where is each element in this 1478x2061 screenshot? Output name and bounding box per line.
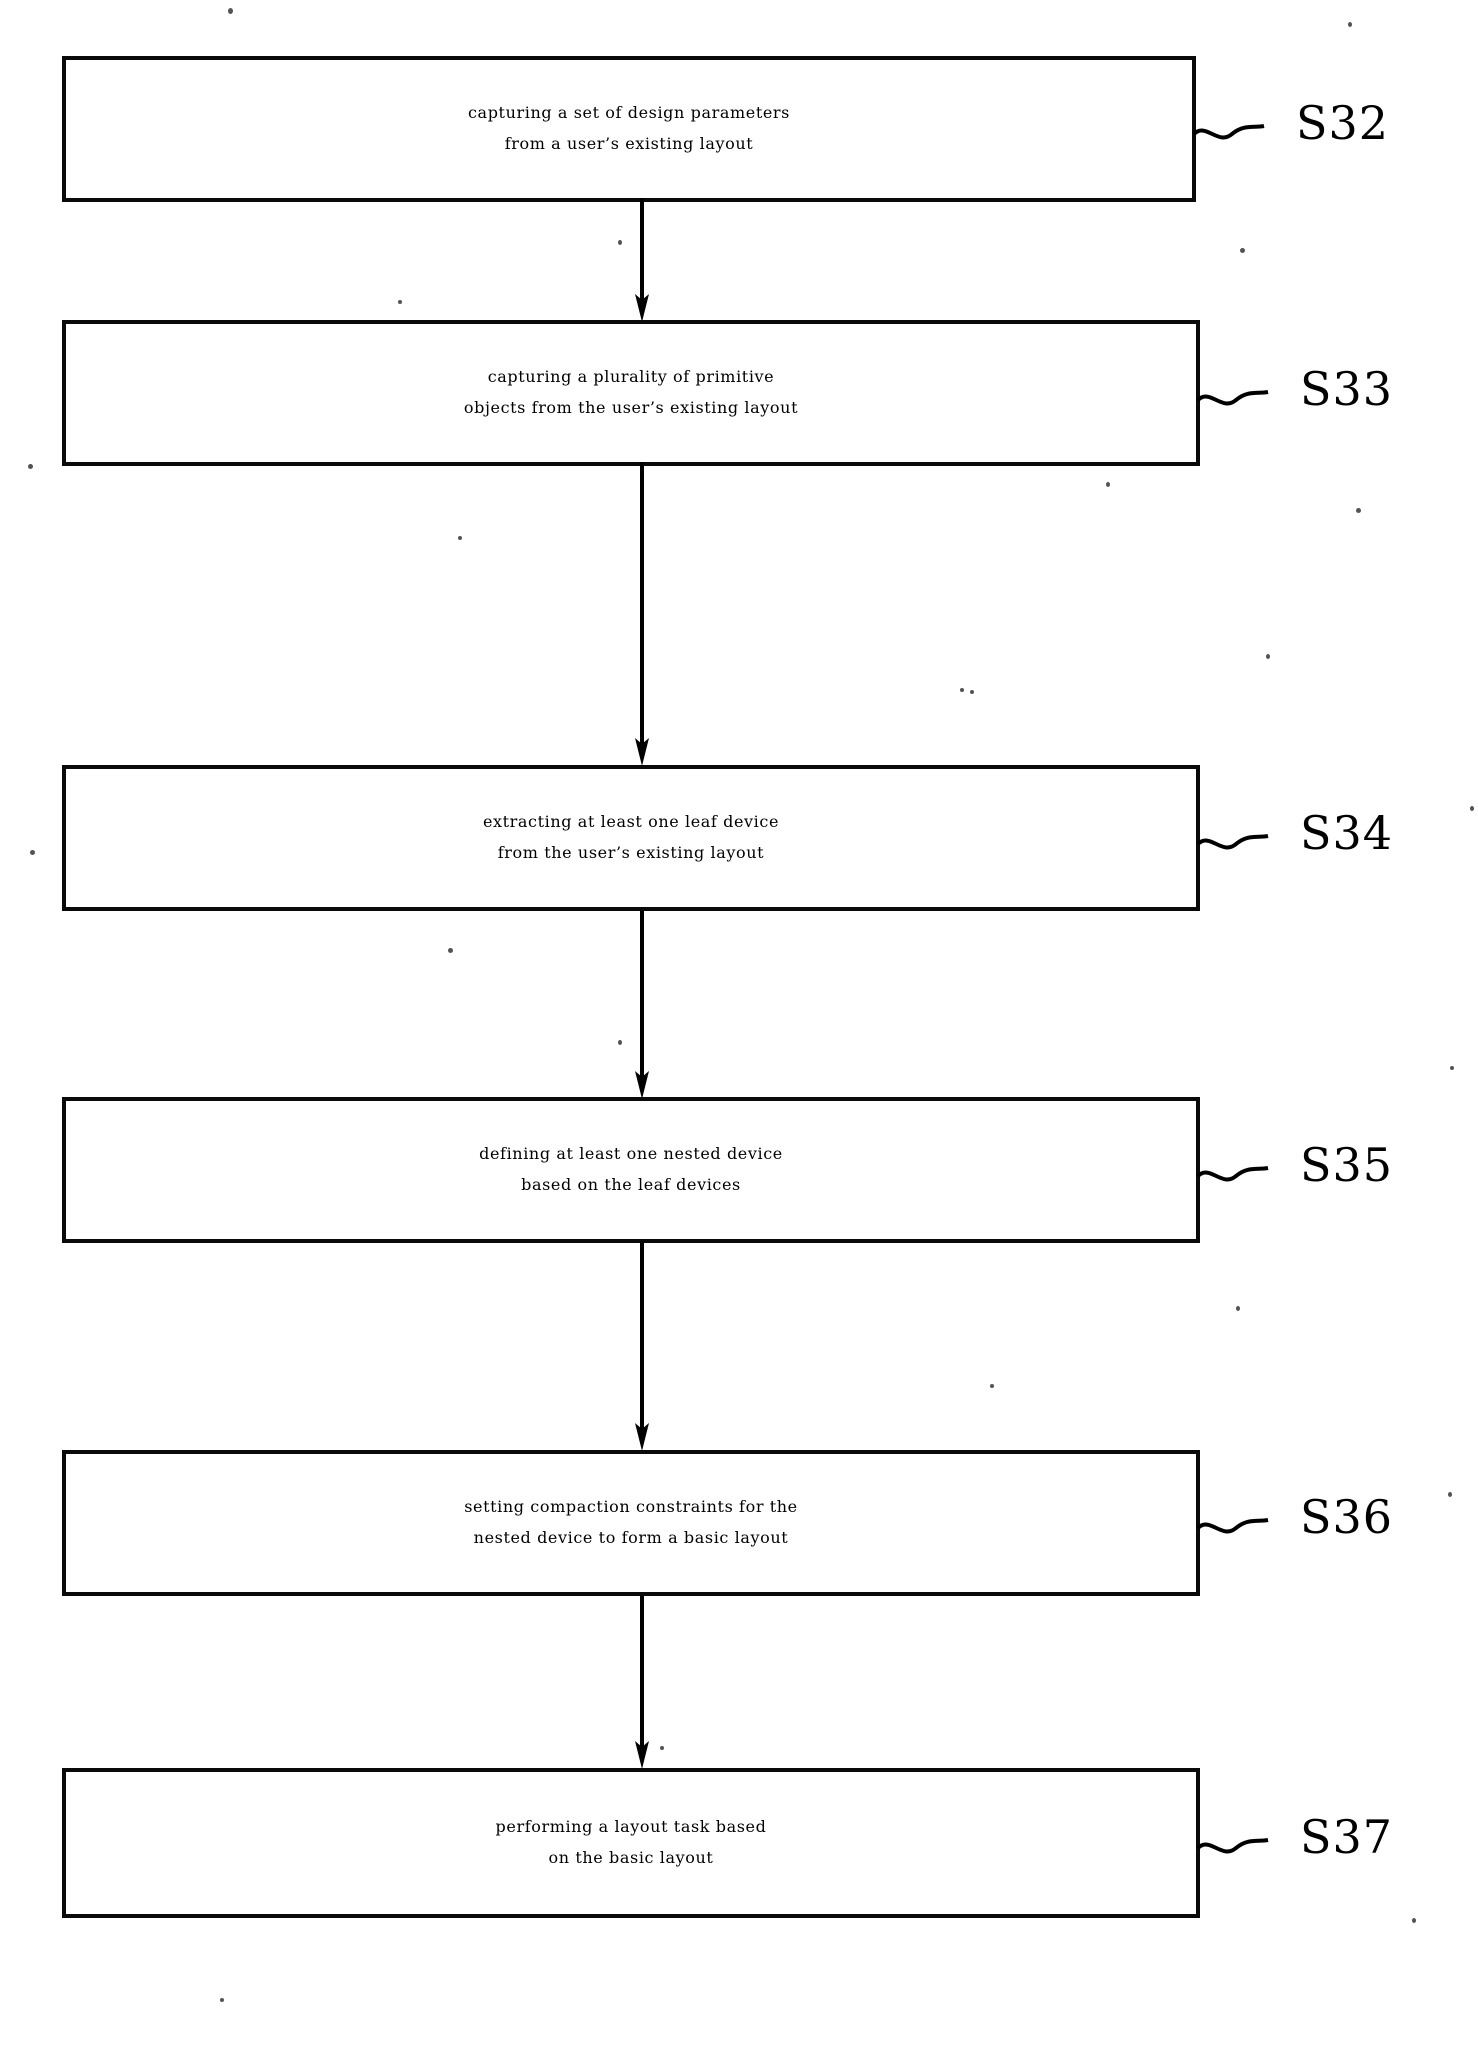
step-reference-label-s33: S33 [1300, 362, 1394, 416]
leader-line-s32 [1192, 124, 1265, 140]
scan-speckle [30, 850, 35, 855]
step-text-line-1: extracting at least one leaf device [482, 812, 780, 832]
scan-speckle [970, 690, 974, 694]
scan-speckle [660, 1746, 664, 1750]
scan-speckle [448, 948, 453, 953]
scan-speckle [398, 300, 402, 304]
leader-line-s34 [1196, 834, 1269, 850]
scan-speckle [1106, 482, 1110, 487]
leader-line-s37 [1196, 1838, 1269, 1854]
flow-arrow-s35-to-s36 [635, 1243, 649, 1451]
scan-speckle [1348, 22, 1352, 27]
step-text-line-1: capturing a plurality of primitive [487, 367, 775, 387]
scan-speckle [1236, 1306, 1240, 1311]
scan-speckle [1470, 806, 1474, 811]
step-reference-label-s36: S36 [1300, 1490, 1394, 1544]
scan-speckle [458, 536, 462, 540]
flowchart-step-box-s34[interactable]: extracting at least one leaf device from… [62, 765, 1200, 911]
flow-arrow-s34-to-s35 [635, 911, 649, 1099]
flowchart-step-box-s32[interactable]: capturing a set of design parameters fro… [62, 56, 1196, 202]
scan-speckle [990, 1384, 994, 1388]
step-text-line-1: capturing a set of design parameters [468, 103, 790, 123]
flow-arrow-s36-to-s37 [635, 1596, 649, 1769]
scan-speckle [618, 240, 622, 245]
leader-line-s35 [1196, 1166, 1269, 1182]
scan-speckle [1240, 248, 1245, 253]
flowchart-step-box-s33[interactable]: capturing a plurality of primitive objec… [62, 320, 1200, 466]
step-text-line-2: based on the leaf devices [521, 1175, 741, 1194]
leader-line-s36 [1196, 1518, 1269, 1534]
scan-speckle [220, 1998, 224, 2002]
scan-speckle [1450, 1066, 1454, 1070]
step-text-line-2: from a user’s existing layout [504, 134, 754, 153]
flowchart-step-box-s37[interactable]: performing a layout task based on the ba… [62, 1768, 1200, 1918]
figure-canvas: capturing a set of design parameters fro… [0, 0, 1478, 2061]
step-reference-label-s34: S34 [1300, 806, 1394, 860]
flowchart-step-box-s36[interactable]: setting compaction constraints for the n… [62, 1450, 1200, 1596]
step-reference-label-s37: S37 [1300, 1810, 1394, 1864]
flow-arrow-s32-to-s33 [635, 198, 649, 322]
scan-speckle [228, 8, 233, 14]
step-reference-label-s32: S32 [1296, 96, 1390, 150]
scan-speckle [1356, 508, 1361, 513]
flow-arrow-s33-to-s34 [635, 462, 649, 766]
step-reference-label-s35: S35 [1300, 1138, 1394, 1192]
scan-speckle [1448, 1492, 1452, 1497]
step-text-line-2: on the basic layout [548, 1848, 714, 1867]
step-text-line-2: objects from the user’s existing layout [463, 398, 799, 417]
step-text-line-2: from the user’s existing layout [497, 843, 765, 862]
step-text-line-1: setting compaction constraints for the [464, 1497, 798, 1517]
step-text-line-1: performing a layout task based [495, 1817, 767, 1837]
leader-line-s33 [1196, 390, 1269, 406]
scan-speckle [1266, 654, 1270, 659]
scan-speckle [618, 1040, 622, 1045]
scan-speckle [960, 688, 964, 692]
flowchart-step-box-s35[interactable]: defining at least one nested device base… [62, 1097, 1200, 1243]
scan-speckle [28, 464, 33, 469]
scan-speckle [1412, 1918, 1416, 1923]
step-text-line-1: defining at least one nested device [479, 1144, 783, 1164]
step-text-line-2: nested device to form a basic layout [473, 1528, 789, 1547]
